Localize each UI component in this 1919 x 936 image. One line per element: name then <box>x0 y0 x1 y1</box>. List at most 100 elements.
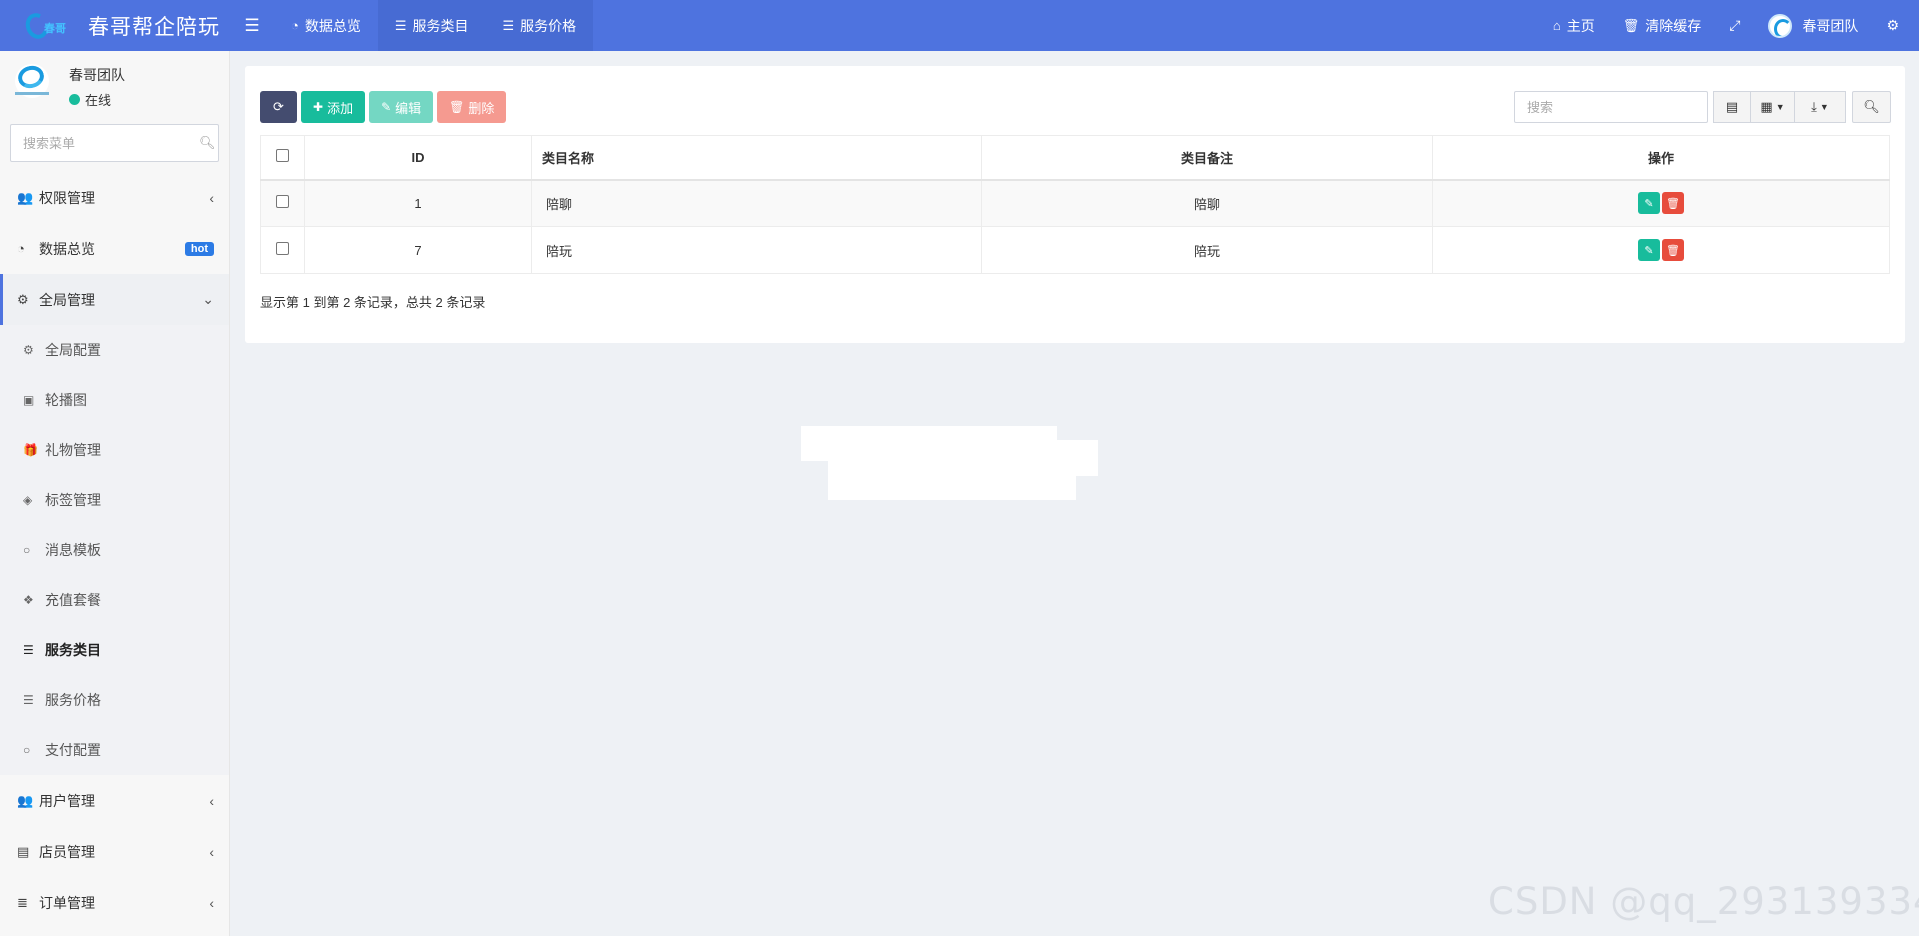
avatar <box>1768 13 1793 38</box>
circle-icon: ○ <box>23 743 31 757</box>
gears-icon: ⚙ <box>17 291 29 307</box>
hot-badge: hot <box>184 241 214 256</box>
row-id: 7 <box>304 226 532 274</box>
hamburger-icon: ☰ <box>244 15 260 35</box>
sidebar-toggle-button[interactable]: ☰ <box>230 0 274 51</box>
chevron-down-icon: ⌄ <box>202 291 214 307</box>
refresh-button[interactable]: ⟳ <box>260 91 297 123</box>
chevron-left-icon: ‹ <box>209 189 214 206</box>
top-navbar: 春哥 春哥帮企陪玩 ☰ ◔ 数据总览 ☰ 服务类目 ☰ 服务价格 ⌂ 主页 🗑 … <box>0 0 1919 51</box>
edit-button[interactable]: ✎ 编辑 <box>369 91 434 123</box>
select-all-checkbox[interactable] <box>276 149 289 163</box>
row-edit-button[interactable]: ✎ <box>1638 239 1660 261</box>
row-delete-button[interactable]: 🗑 <box>1662 192 1684 215</box>
row-checkbox[interactable] <box>276 242 289 255</box>
sidebar-item-users[interactable]: 👥 用户管理 ‹ <box>0 775 229 826</box>
fullscreen-button[interactable]: ⤢ <box>1715 0 1754 51</box>
redaction-mark <box>828 470 1076 500</box>
sidebar-item-orders[interactable]: ≣ 订单管理 ‹ <box>0 877 229 928</box>
export-button[interactable]: ⤓ ▼ <box>1795 91 1846 123</box>
sidebar-item-message-template[interactable]: ○ 消息模板 <box>0 525 229 575</box>
trash-icon: 🗑 <box>1666 244 1680 257</box>
column-header-ops: 操作 <box>1432 135 1890 181</box>
list-icon: ☰ <box>394 17 407 33</box>
brand-logo: 春哥 <box>22 9 78 42</box>
add-button[interactable]: ✚ 添加 <box>301 91 366 123</box>
sidebar-item-dashboard[interactable]: ◔ 数据总览 hot <box>0 223 229 274</box>
table-row[interactable]: 1 陪聊 陪聊 ✎ 🗑 <box>260 179 1890 227</box>
table-search-input[interactable] <box>1514 91 1708 123</box>
brand[interactable]: 春哥 春哥帮企陪玩 <box>0 0 230 51</box>
table-header-row: ID 类目名称 类目备注 操作 <box>260 135 1890 181</box>
column-header-name[interactable]: 类目名称 <box>531 135 982 181</box>
row-id: 1 <box>304 179 532 227</box>
sidebar-item-global-config[interactable]: ⚙ 全局配置 <box>0 325 229 375</box>
list-icon: ☰ <box>502 17 515 33</box>
table-tools-right: ▤ ▦▼ ⤓▼ 🔍︎ <box>1514 91 1891 123</box>
id-card-icon: ▤ <box>17 843 30 859</box>
export-icon: ⤓ <box>1811 99 1817 114</box>
sidebar-item-global[interactable]: ⚙ 全局管理 ⌄ <box>0 274 229 325</box>
home-link[interactable]: ⌂ 主页 <box>1539 0 1609 51</box>
dashboard-icon: ◔ <box>17 241 25 256</box>
sidebar-item-banner[interactable]: ▣ 轮播图 <box>0 375 229 425</box>
row-checkbox[interactable] <box>276 195 289 209</box>
list-icon: ☰ <box>23 643 34 657</box>
sidebar-item-recharge[interactable]: ❖ 充值套餐 <box>0 575 229 625</box>
sidebar-item-clerks[interactable]: ▤ 店员管理 ‹ <box>0 826 229 877</box>
column-header-remark[interactable]: 类目备注 <box>981 135 1433 181</box>
chevron-left-icon: ‹ <box>209 843 214 860</box>
card-view-icon: ▤ <box>1725 99 1739 114</box>
menu-search-input[interactable] <box>23 135 199 151</box>
row-delete-button[interactable]: 🗑 <box>1662 239 1684 261</box>
columns-button[interactable]: ▦ ▼ <box>1751 91 1795 123</box>
chevron-left-icon: ‹ <box>209 894 214 911</box>
brand-title: 春哥帮企陪玩 <box>88 15 220 39</box>
columns-icon: ▦ <box>1760 99 1773 114</box>
search-icon[interactable]: 🔍︎ <box>199 135 216 151</box>
delete-button[interactable]: 🗑 删除 <box>437 91 507 123</box>
content-panel: ⟳ ✚添加 ✎编辑 🗑删除 ▤ ▦▼ ⤓▼ 🔍︎ ID 类目名称 类目备注 操作 <box>245 66 1905 343</box>
select-all-cell <box>260 135 305 181</box>
dashboard-icon: ◔ <box>291 18 299 33</box>
refresh-icon: ⟳ <box>273 99 284 114</box>
sidebar-item-permissions[interactable]: 👥 权限管理 ‹ <box>0 172 229 223</box>
nav-tab-service-category[interactable]: ☰ 服务类目 <box>377 0 486 51</box>
sidebar-item-service-price[interactable]: ☰ 服务价格 <box>0 675 229 725</box>
user-status: 在线 <box>69 90 125 109</box>
advanced-search-button[interactable]: 🔍︎ <box>1852 91 1891 123</box>
nav-tab-dashboard[interactable]: ◔ 数据总览 <box>274 0 378 51</box>
table-row[interactable]: 7 陪玩 陪玩 ✎ 🗑 <box>260 226 1890 274</box>
sidebar-item-service-category[interactable]: ☰ 服务类目 <box>0 625 229 675</box>
clear-cache-button[interactable]: 🗑 清除缓存 <box>1609 0 1716 51</box>
sidebar-item-payment[interactable]: ○ 支付配置 <box>0 725 229 775</box>
trash-icon: 🗑 <box>1622 17 1640 33</box>
list-icon: ☰ <box>23 693 34 707</box>
row-remark: 陪玩 <box>981 226 1433 274</box>
row-edit-button[interactable]: ✎ <box>1638 192 1660 215</box>
user-menu[interactable]: 春哥团队 <box>1754 0 1872 51</box>
sidebar-item-tags[interactable]: ◈ 标签管理 <box>0 475 229 525</box>
chevron-left-icon: ‹ <box>209 792 214 809</box>
home-icon: ⌂ <box>1552 18 1561 33</box>
watermark: CSDN @qq_2931393342 <box>1488 880 1919 923</box>
category-table: ID 类目名称 类目备注 操作 1 陪聊 陪聊 ✎ 🗑 7 陪玩 陪玩 ✎ 🗑 <box>260 135 1890 274</box>
gear-icon: ⚙ <box>23 343 34 357</box>
sidebar-menu: 👥 权限管理 ‹ ◔ 数据总览 hot ⚙ 全局管理 ⌄ ⚙ 全局配置 ▣ 轮播… <box>0 172 229 928</box>
toggle-view-button[interactable]: ▤ <box>1713 91 1751 123</box>
row-name: 陪聊 <box>531 179 982 227</box>
gift-icon: 🎁 <box>23 443 38 457</box>
nav-tab-service-price[interactable]: ☰ 服务价格 <box>485 0 594 51</box>
sidebar-item-gifts[interactable]: 🎁 礼物管理 <box>0 425 229 475</box>
pencil-icon: ✎ <box>1644 197 1654 210</box>
settings-button[interactable]: ⚙ <box>1872 0 1913 51</box>
circle-icon: ○ <box>23 543 31 557</box>
cubes-icon: ❖ <box>23 593 34 607</box>
expand-icon: ⤢ <box>1729 17 1741 33</box>
column-header-id[interactable]: ID <box>304 135 532 181</box>
gears-icon: ⚙ <box>1886 17 1899 33</box>
pagination-info: 显示第 1 到第 2 条记录，总共 2 条记录 <box>260 295 486 310</box>
row-remark: 陪聊 <box>981 179 1433 227</box>
sidebar: 春哥团队 在线 🔍︎ 👥 权限管理 ‹ ◔ 数据总览 hot ⚙ 全局管理 ⌄ <box>0 51 230 936</box>
users-icon: 👥 <box>17 189 34 205</box>
